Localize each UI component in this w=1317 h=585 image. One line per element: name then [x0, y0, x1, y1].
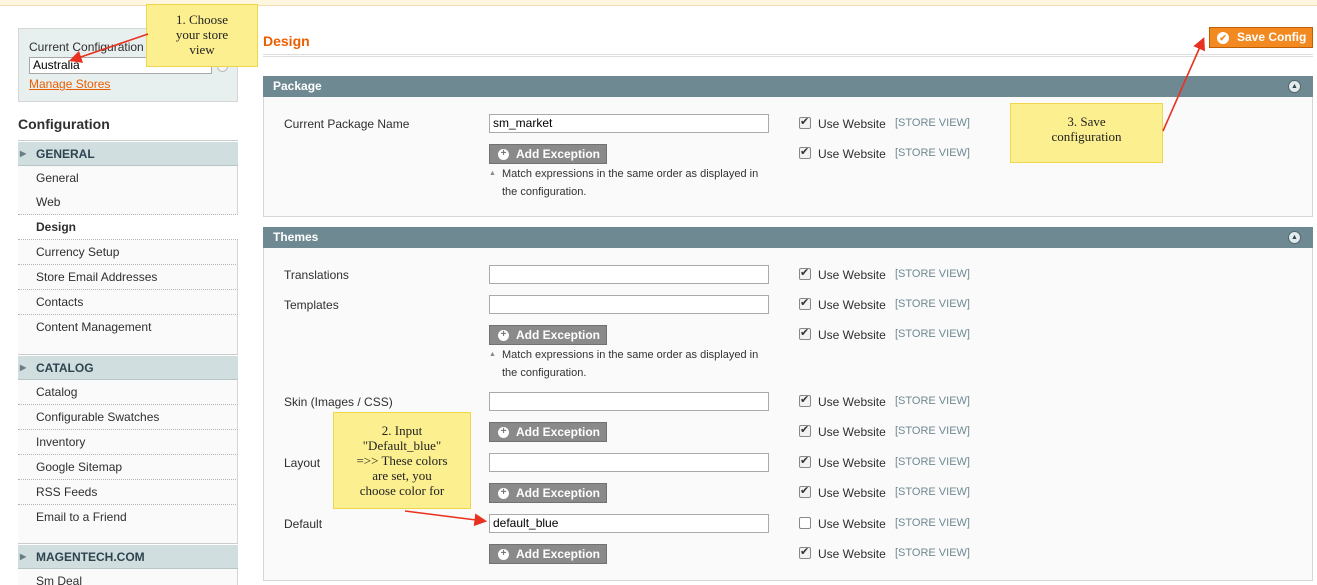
arrow-step3 — [1162, 37, 1205, 132]
annotation-arrows — [68, 33, 1205, 527]
arrow-step1 — [68, 33, 149, 63]
arrow-step2 — [404, 510, 488, 527]
